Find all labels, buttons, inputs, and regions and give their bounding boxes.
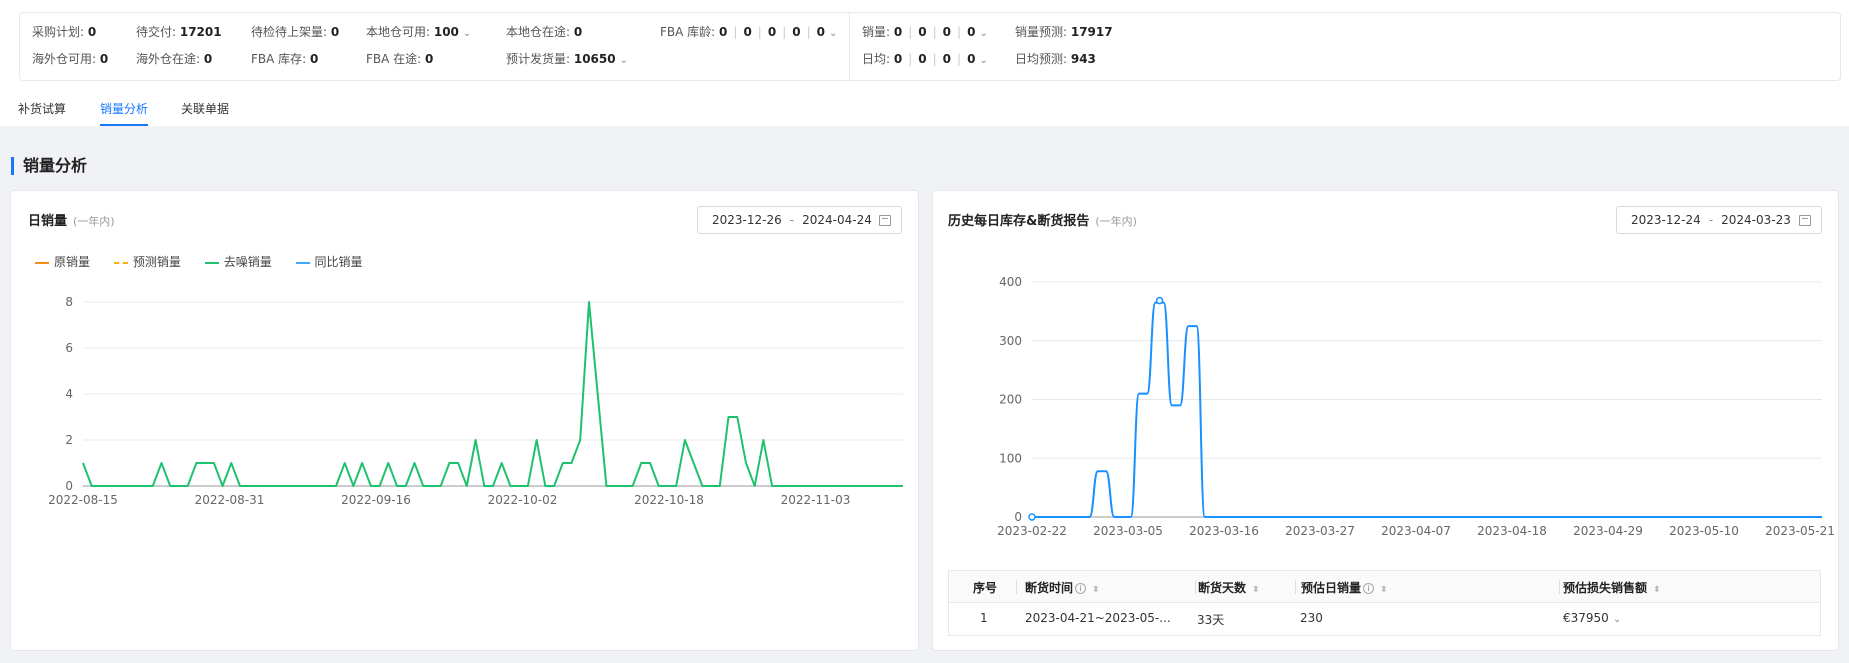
sort-icon[interactable]: ⬍ — [1653, 585, 1661, 595]
col-stockout-days[interactable]: 断货天数 ⬍ — [1198, 579, 1260, 596]
data-point-marker — [1155, 296, 1164, 305]
y-tick-label: 300 — [999, 334, 1022, 348]
cell-stockout-time: 2023-04-21~2023-05-... — [1025, 611, 1171, 625]
col-est-daily-sales[interactable]: 预估日销量 i ⬍ — [1301, 579, 1388, 596]
x-tick-label: 2023-03-27 — [1285, 524, 1355, 538]
info-icon[interactable]: i — [1075, 583, 1087, 594]
chevron-down-icon[interactable]: ⌄ — [1613, 614, 1621, 625]
x-tick-label: 2023-05-10 — [1669, 524, 1739, 538]
cell-index: 1 — [980, 611, 988, 625]
info-icon[interactable]: i — [1363, 583, 1375, 594]
stock-report-chart: 0 100 200 300 400 2023-02-22 2023-03-05 2023-03… — [997, 275, 1835, 538]
data-point-marker — [1028, 513, 1036, 521]
sort-icon[interactable]: ⬍ — [1252, 585, 1260, 595]
x-tick-label: 2023-04-29 — [1573, 524, 1643, 538]
x-tick-label: 2023-02-22 — [997, 524, 1067, 538]
x-tick-label: 2023-04-18 — [1477, 524, 1547, 538]
cell-est-loss[interactable]: €37950 ⌄ — [1563, 611, 1621, 625]
table-header: 序号 断货时间 i ⬍ 断货天数 ⬍ 预估日销量 i ⬍ 预估损失销售额 ⬍ — [949, 571, 1820, 603]
col-index: 序号 — [973, 581, 998, 595]
col-stockout-time[interactable]: 断货时间 i ⬍ — [1025, 579, 1100, 596]
cell-est-daily-sales: 230 — [1300, 611, 1323, 625]
cell-stockout-days: 33天 — [1197, 613, 1225, 627]
y-tick-label: 0 — [1014, 510, 1022, 524]
col-est-loss[interactable]: 预估损失销售额 ⬍ — [1563, 579, 1661, 596]
y-tick-label: 200 — [999, 393, 1022, 407]
stockout-table: 序号 断货时间 i ⬍ 断货天数 ⬍ 预估日销量 i ⬍ 预估损失销售额 ⬍ 1 2023-… — [948, 570, 1821, 636]
x-tick-label: 2023-03-16 — [1189, 524, 1259, 538]
sort-icon[interactable]: ⬍ — [1092, 585, 1100, 595]
x-tick-label: 2023-04-07 — [1381, 524, 1451, 538]
series-line-stock — [1032, 301, 1822, 518]
x-tick-label: 2023-03-05 — [1093, 524, 1163, 538]
x-tick-label: 2023-05-21 — [1765, 524, 1835, 538]
sort-icon[interactable]: ⬍ — [1380, 585, 1388, 595]
y-tick-label: 400 — [999, 275, 1022, 289]
y-tick-label: 100 — [999, 451, 1022, 465]
